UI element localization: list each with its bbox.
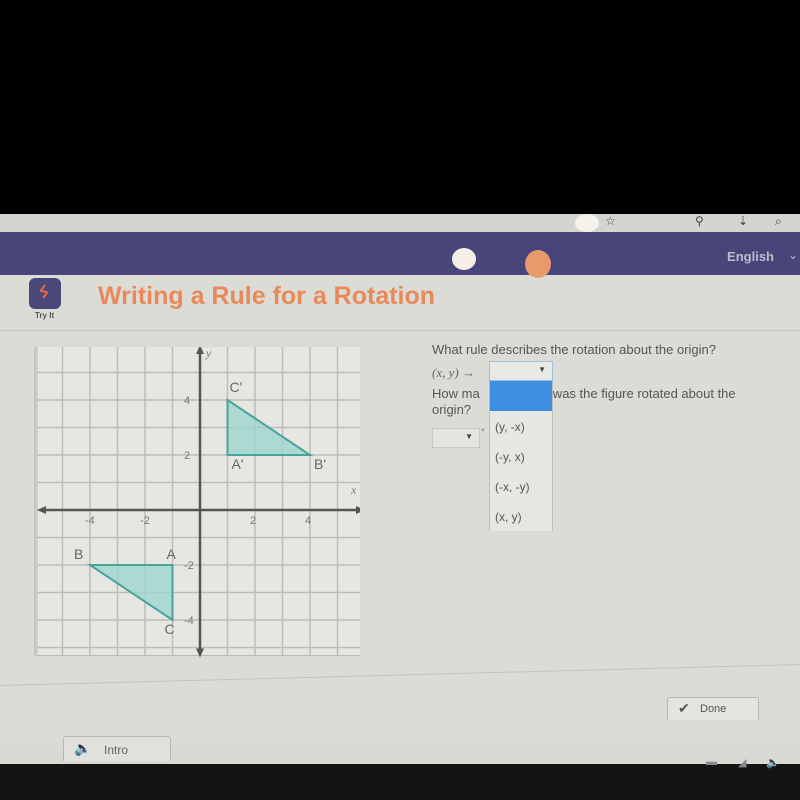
- intro-button[interactable]: 🔈 Intro: [63, 736, 171, 761]
- degrees-select[interactable]: ▼: [432, 428, 480, 448]
- wifi-icon[interactable]: ◢: [738, 756, 746, 769]
- chevron-down-icon[interactable]: ⌄: [788, 248, 798, 262]
- dropdown-option[interactable]: (x, y): [495, 510, 522, 524]
- dropdown-option-blank-highlighted[interactable]: [490, 381, 552, 411]
- lightning-icon: ϟ: [36, 281, 52, 303]
- language-selector[interactable]: English: [727, 249, 774, 264]
- x-tick-label: -2: [140, 515, 150, 527]
- x-axis-label: x: [350, 483, 357, 497]
- rule-select[interactable]: ▼: [489, 361, 553, 381]
- x-tick-label: 4: [305, 515, 311, 527]
- done-label: Done: [700, 703, 727, 715]
- y-tick-label: 2: [184, 450, 190, 462]
- question-1-text: What rule describes the rotation about t…: [432, 342, 717, 357]
- done-button[interactable]: ✔ Done: [667, 697, 759, 720]
- screen-glare: [452, 248, 476, 270]
- browser-toolbar: ☆ ⚲ ⇣ ⌕: [0, 214, 800, 232]
- dropdown-option[interactable]: (-y, x): [495, 450, 525, 464]
- dropdown-option[interactable]: (y, -x): [495, 420, 525, 434]
- vertex-label: B': [314, 456, 326, 472]
- x-tick-label: 2: [250, 515, 256, 527]
- vertex-label: A: [167, 546, 177, 562]
- intro-label: Intro: [104, 743, 129, 757]
- volume-icon[interactable]: 🔈: [766, 756, 780, 769]
- vertex-label: B: [74, 546, 83, 562]
- star-icon[interactable]: ☆: [605, 214, 616, 228]
- dropdown-arrow-icon: ▼: [538, 365, 546, 374]
- download-icon[interactable]: ⇣: [738, 214, 748, 228]
- y-axis-label: y: [205, 347, 212, 360]
- search-icon[interactable]: ⌕: [775, 214, 782, 229]
- y-tick-label: 4: [184, 395, 190, 407]
- rule-dropdown-list: (y, -x) (-y, x) (-x, -y) (x, y): [489, 381, 553, 531]
- vertex-label: A': [232, 456, 244, 472]
- footer-divider: [0, 664, 800, 686]
- coordinate-graph: x y -4 -2 2 4 -4 -2 2 4 A B C A' B' C': [34, 347, 360, 658]
- x-tick-label: -4: [85, 515, 95, 527]
- try-it-badge: ϟ: [29, 278, 61, 309]
- screen: ☆ ⚲ ⇣ ⌕ English ⌄ ϟ Try It Writing a Rul…: [0, 214, 800, 764]
- try-it-label: Try It: [35, 311, 55, 320]
- graph-background: [36, 347, 360, 656]
- vertex-label: C': [230, 379, 243, 395]
- checkmark-icon: ✔: [678, 700, 690, 716]
- extension-icon[interactable]: ⚲: [695, 214, 704, 228]
- activity-content: ϟ Try It Writing a Rule for a Rotation x…: [0, 275, 800, 761]
- y-tick-label: -4: [184, 615, 194, 627]
- question-2-text-start: How ma: [432, 386, 480, 401]
- vertex-label: C: [165, 621, 175, 637]
- page-title: Writing a Rule for a Rotation: [98, 282, 436, 310]
- battery-icon[interactable]: ▬: [706, 756, 717, 768]
- header-divider: [0, 330, 800, 331]
- dropdown-arrow-icon: ▼: [465, 432, 473, 441]
- top-nav: English ⌄: [0, 232, 800, 275]
- dropdown-option[interactable]: (-x, -y): [495, 480, 530, 494]
- degree-symbol: °: [481, 427, 485, 437]
- speaker-icon: 🔈: [74, 740, 92, 756]
- rule-prefix: (x, y) →: [432, 365, 475, 380]
- taskbar: ▬ ◢ 🔈: [0, 756, 800, 800]
- y-tick-label: -2: [184, 560, 194, 572]
- screen-glare: [575, 214, 599, 232]
- question-2-text: How ma s was the figure rotated about the…: [432, 386, 762, 418]
- screen-glare: [525, 250, 551, 278]
